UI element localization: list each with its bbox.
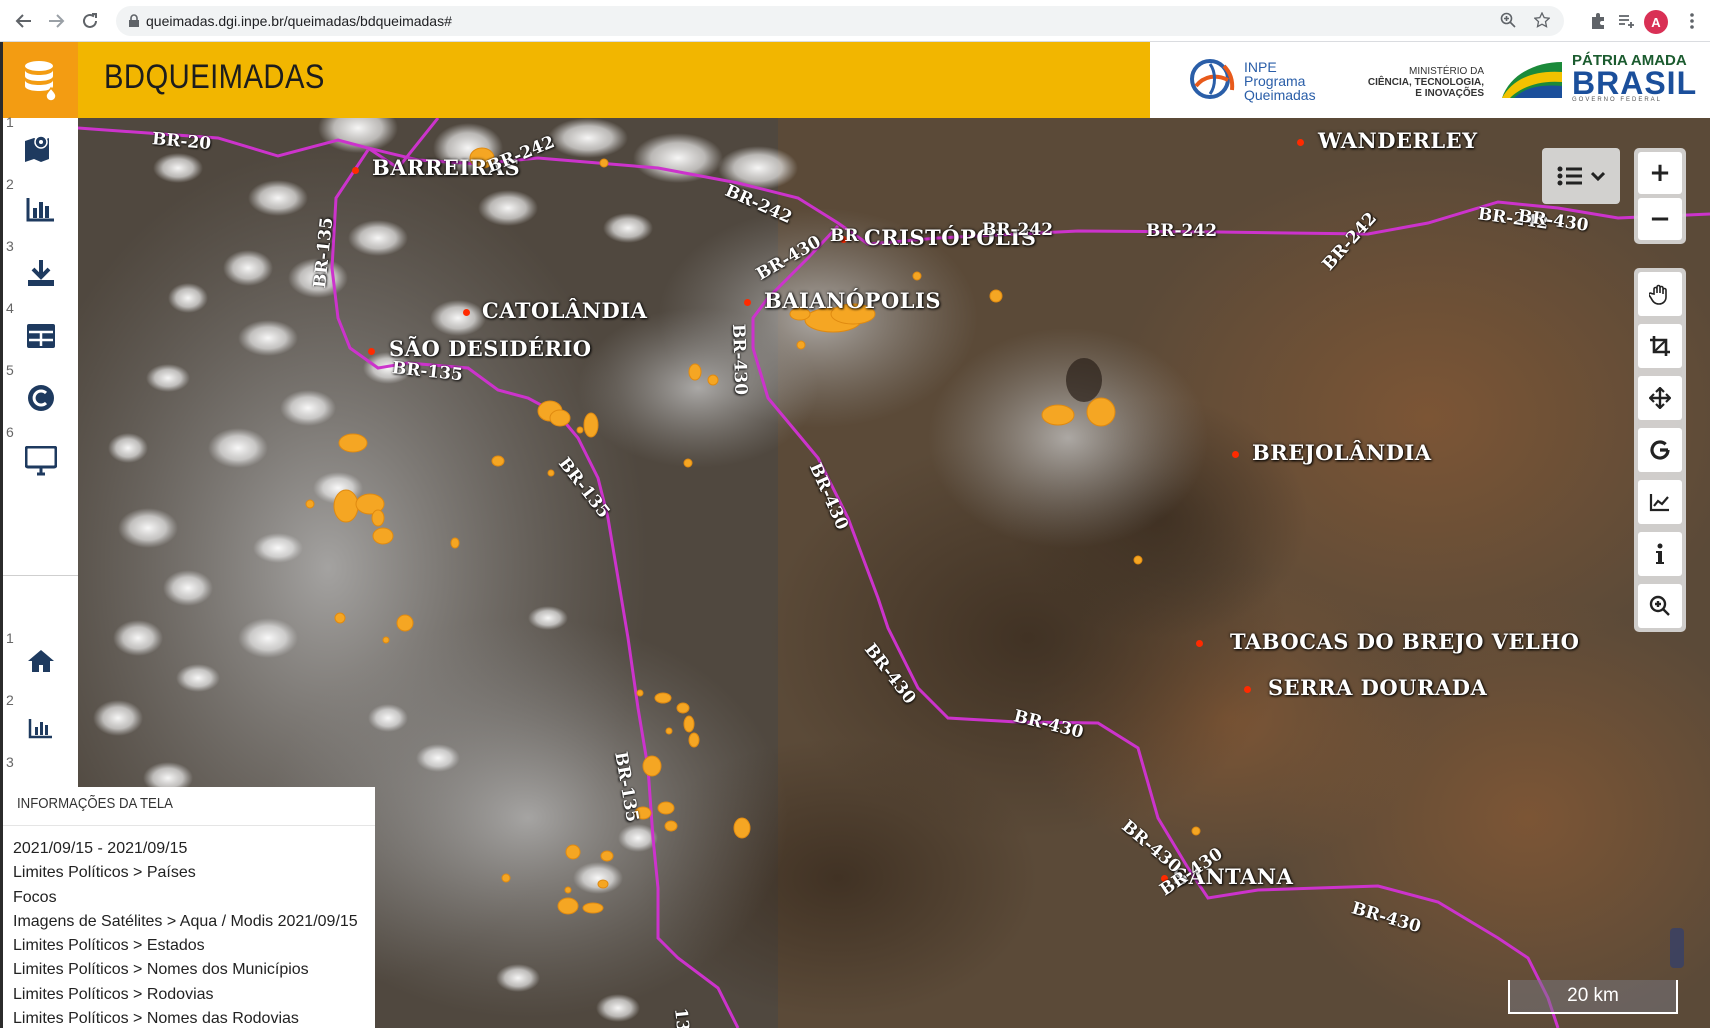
map-marker-icon [24,135,49,162]
bar-chart-icon [26,198,54,222]
road-label: 135 [670,1006,694,1028]
database-logo-icon[interactable] [3,42,78,118]
city-label-brejolandia: BREJOLÂNDIA [1252,440,1432,465]
inpe-queimadas-label: Queimadas [1244,87,1316,103]
back-arrow-icon[interactable] [12,9,36,33]
screen-info-panel: INFORMAÇÕES DA TELA 2021/09/15 - 2021/09… [3,787,375,1028]
info-panel-title: INFORMAÇÕES DA TELA [17,795,173,812]
crop-button[interactable] [1638,324,1682,368]
scale-bar: 20 km [1508,980,1678,1014]
zoom-search-button[interactable] [1638,584,1682,628]
city-marker [1196,640,1203,647]
google-icon [1650,440,1670,460]
road-label: BR-430 [728,323,751,396]
sidebar-item-map[interactable] [3,118,78,178]
chevron-down-icon [1591,171,1605,181]
monitor-icon [24,446,57,476]
info-panel-divider [3,825,375,826]
city-marker [1297,139,1304,146]
road-label: BR-242 [1146,221,1218,241]
brazil-flag-emblem-icon [1502,62,1562,98]
kebab-menu-icon[interactable] [1680,9,1704,33]
lock-icon [129,14,139,27]
star-bookmark-icon[interactable] [1534,12,1550,28]
info-layer-item: Limites Políticos > Nomes dos Municípios [13,961,309,979]
download-icon [27,260,54,286]
inpe-program-label: Programa [1244,73,1306,89]
city-label-sao-desiderio: SÃO DESIDÉRIO [389,336,592,361]
city-marker [1232,451,1239,458]
forward-arrow-icon[interactable] [44,9,68,33]
map-tools [1634,268,1686,632]
city-marker [352,167,359,174]
city-label-baianopolis: BAIANÓPOLIS [764,288,941,313]
inpe-label: INPE [1244,59,1277,75]
inpe-emblem-icon [1190,59,1235,99]
info-panel-list: 2021/09/15 - 2021/09/15 Limites Político… [13,837,358,1031]
sidebar-item-table[interactable] [3,306,78,366]
url-text[interactable]: queimadas.dgi.inpe.br/queimadas/bdqueima… [146,13,452,29]
copyright-icon [27,385,54,411]
sidebar-item-charts[interactable] [3,179,78,239]
title-bar: BDQUEIMADAS [78,42,1150,118]
sidebar-item-home[interactable] [3,631,78,691]
home-icon [27,650,54,672]
reload-icon[interactable] [78,9,102,33]
move-button[interactable] [1638,376,1682,420]
sidebar-item-statistics[interactable] [3,698,78,758]
info-layer-item: Imagens de Satélites > Aqua / Modis 2021… [13,912,358,930]
info-layer-item: Focos [13,888,57,906]
scroll-indicator[interactable] [1670,928,1684,968]
mcti-line2: CIÊNCIA, TECNOLOGIA, [1367,77,1484,88]
sidebar-divider [3,575,78,576]
table-icon [26,324,55,348]
google-button[interactable] [1638,428,1682,472]
info-button[interactable] [1638,532,1682,576]
zoom-in-button[interactable]: + [1638,152,1682,194]
city-label-serra-dourada: SERRA DOURADA [1268,675,1488,700]
road-label: BR-242 [982,220,1054,240]
info-layer-item: Limites Políticos > Rodovias [13,985,214,1003]
city-label-wanderley: WANDERLEY [1318,128,1478,153]
city-marker [1244,686,1251,693]
crop-icon [1650,336,1670,356]
list-icon [1557,166,1582,186]
profile-avatar[interactable]: A [1644,10,1668,34]
pan-button[interactable] [1638,272,1682,316]
app-header: BDQUEIMADAS INPE Programa Queimadas MINI… [0,42,1710,118]
extensions-puzzle-icon[interactable] [1586,9,1610,33]
bar-chart-icon [28,719,52,739]
city-marker [463,309,470,316]
layer-list-dropdown[interactable] [1542,148,1620,204]
city-marker [744,299,751,306]
info-layer-item: Limites Políticos > Nomes das Rodovias [13,1010,299,1028]
reading-list-icon[interactable] [1614,9,1638,33]
brasil-wordmark: BRASIL [1572,65,1698,101]
address-bar[interactable]: queimadas.dgi.inpe.br/queimadas/bdqueima… [116,6,1564,36]
city-label-catolandia: CATOLÂNDIA [482,298,648,323]
app-title: BDQUEIMADAS [104,58,325,96]
sidebar-item-monitor[interactable] [3,431,78,491]
info-date-range: 2021/09/15 - 2021/09/15 [13,840,188,857]
city-label-tabocas-do-brejo-velho: TABOCAS DO BREJO VELHO [1230,629,1580,654]
zoom-out-button[interactable]: − [1638,198,1682,240]
sidebar-bottom-num-3: 3 [6,754,14,770]
road-label: BR [830,226,859,246]
sidebar-item-download[interactable] [3,243,78,303]
browser-toolbar: queimadas.dgi.inpe.br/queimadas/bdqueima… [0,0,1710,42]
mcti-line3: E INOVAÇÕES [1415,88,1484,99]
zoom-controls: + − [1634,148,1686,244]
move-icon [1649,387,1671,409]
info-icon [1656,543,1664,564]
mcti-line1: MINISTÉRIO DA [1408,66,1484,77]
zoom-indicator-icon[interactable] [1500,12,1516,28]
chart-button[interactable] [1638,480,1682,524]
zoom-search-icon [1649,595,1670,616]
city-marker [368,348,375,355]
line-chart-icon [1649,494,1669,512]
hand-pan-icon [1649,284,1667,305]
sidebar-item-credits[interactable] [3,368,78,428]
info-layer-item: Limites Políticos > Estados [13,937,205,955]
info-layer-item: Limites Políticos > Países [13,864,196,882]
